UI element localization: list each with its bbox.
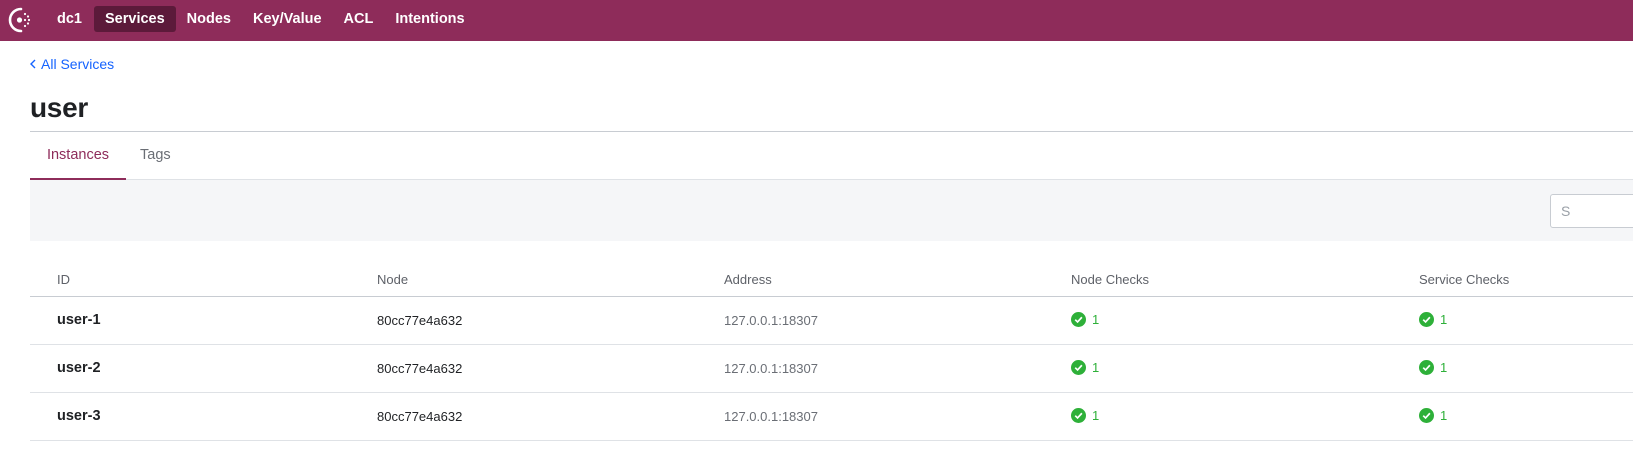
breadcrumb-label: All Services [41, 56, 115, 72]
node-checks-count: 1 [1092, 408, 1100, 423]
datacenter-selector[interactable]: dc1 [46, 6, 93, 32]
instance-node: 80cc77e4a632 [377, 409, 463, 424]
node-checks-count: 1 [1092, 360, 1100, 375]
node-checks-status: 1 [1071, 312, 1099, 327]
breadcrumb-all-services[interactable]: All Services [30, 56, 114, 72]
service-checks-status: 1 [1419, 408, 1447, 423]
table-row[interactable]: user-3 80cc77e4a632 127.0.0.1:18307 1 1 [30, 393, 1633, 441]
service-checks-status: 1 [1419, 312, 1447, 327]
nav-item-nodes[interactable]: Nodes [176, 6, 242, 32]
top-nav-bar: dc1 Services Nodes Key/Value ACL Intenti… [0, 0, 1633, 41]
column-header-service-checks[interactable]: Service Checks [1419, 272, 1509, 287]
nav-item-services[interactable]: Services [94, 6, 176, 32]
service-checks-status: 1 [1419, 360, 1447, 375]
tab-instances[interactable]: Instances [30, 132, 126, 180]
node-checks-status: 1 [1071, 408, 1099, 423]
instance-node: 80cc77e4a632 [377, 361, 463, 376]
instance-address: 127.0.0.1:18307 [724, 409, 818, 424]
check-circle-icon [1071, 360, 1086, 375]
tab-bar: Instances Tags [30, 132, 1633, 180]
nav-item-acl[interactable]: ACL [333, 6, 385, 32]
instance-id[interactable]: user-1 [57, 312, 101, 328]
consul-logo-icon[interactable] [7, 6, 35, 34]
nav-item-key-value[interactable]: Key/Value [242, 6, 333, 32]
instance-id[interactable]: user-3 [57, 408, 101, 424]
instance-address: 127.0.0.1:18307 [724, 361, 818, 376]
check-circle-icon [1071, 408, 1086, 423]
main-nav: dc1 Services Nodes Key/Value ACL Intenti… [46, 6, 476, 32]
filter-bar [30, 180, 1633, 241]
table-row[interactable]: user-2 80cc77e4a632 127.0.0.1:18307 1 1 [30, 345, 1633, 393]
check-circle-icon [1419, 360, 1434, 375]
check-circle-icon [1419, 312, 1434, 327]
service-checks-count: 1 [1440, 312, 1448, 327]
tab-tags[interactable]: Tags [140, 132, 171, 180]
page-title: user [30, 92, 88, 123]
instance-id[interactable]: user-2 [57, 360, 101, 376]
instance-node: 80cc77e4a632 [377, 313, 463, 328]
column-header-id[interactable]: ID [57, 272, 70, 287]
instance-address: 127.0.0.1:18307 [724, 313, 818, 328]
table-header: ID Node Address Node Checks Service Chec… [30, 262, 1633, 297]
chevron-left-icon [30, 59, 36, 69]
check-circle-icon [1419, 408, 1434, 423]
node-checks-count: 1 [1092, 312, 1100, 327]
search-input[interactable]: S [1550, 194, 1633, 228]
column-header-node-checks[interactable]: Node Checks [1071, 272, 1149, 287]
table-row[interactable]: user-1 80cc77e4a632 127.0.0.1:18307 1 1 [30, 297, 1633, 345]
check-circle-icon [1071, 312, 1086, 327]
service-checks-count: 1 [1440, 360, 1448, 375]
instances-table: ID Node Address Node Checks Service Chec… [30, 262, 1633, 441]
column-header-node[interactable]: Node [377, 272, 408, 287]
service-checks-count: 1 [1440, 408, 1448, 423]
column-header-address[interactable]: Address [724, 272, 772, 287]
node-checks-status: 1 [1071, 360, 1099, 375]
nav-item-intentions[interactable]: Intentions [384, 6, 475, 32]
